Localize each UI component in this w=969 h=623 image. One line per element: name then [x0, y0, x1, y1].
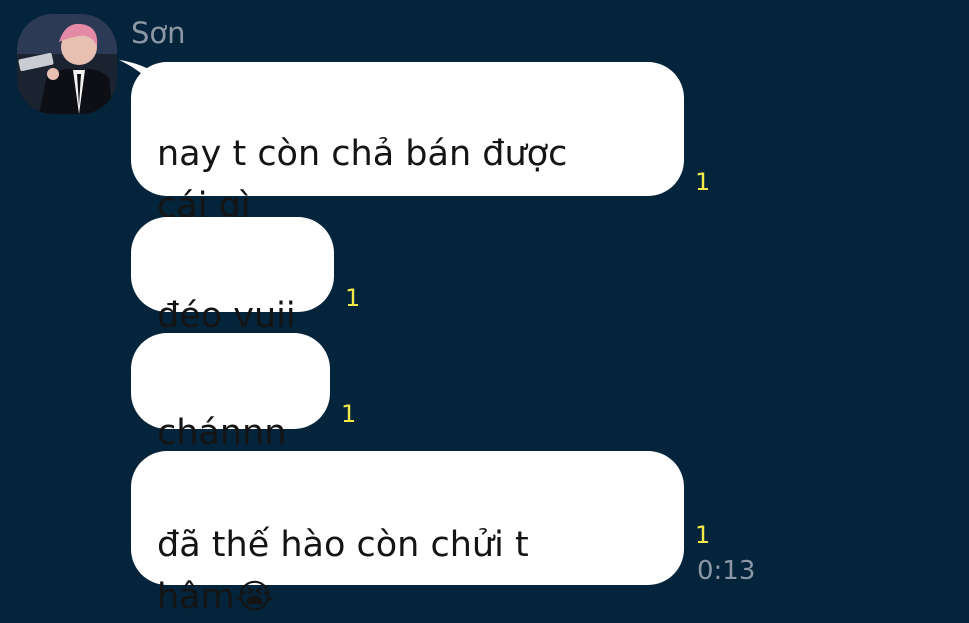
unread-count: 1: [345, 284, 361, 312]
unread-count: 1: [695, 521, 711, 549]
message-bubble[interactable]: đéo vuii: [131, 217, 334, 336]
message-time: 0:13: [697, 556, 756, 586]
message-text: nay t còn chả bán được cái gì: [157, 134, 568, 226]
avatar-photo: [17, 14, 117, 114]
unread-count: 1: [695, 168, 711, 196]
message-text: đã thế hào còn chửi t hâm: [157, 525, 529, 617]
message-text: chánnn: [157, 413, 287, 453]
message-bubble[interactable]: chánnn: [131, 333, 330, 453]
message-text: đéo vuii: [157, 296, 296, 336]
crying-face-emoji-icon: 😭: [234, 577, 275, 617]
message-bubble[interactable]: nay t còn chả bán được cái gì: [131, 62, 684, 226]
sender-name: Sơn: [131, 16, 186, 50]
unread-count: 1: [341, 400, 357, 428]
sender-avatar[interactable]: [17, 14, 117, 114]
message-bubble[interactable]: đã thế hào còn chửi t hâm😭: [131, 451, 684, 617]
